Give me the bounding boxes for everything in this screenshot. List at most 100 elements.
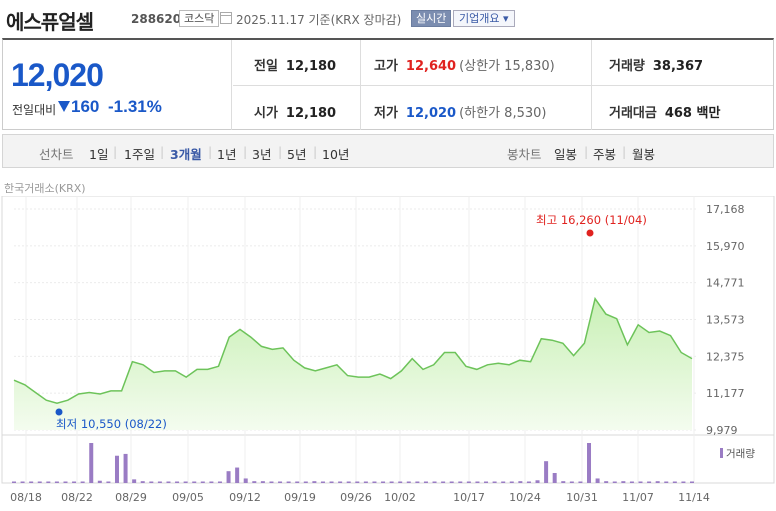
price-chart: 17,168 15,970 14,771 13,573 12,375 11,177 9,97… <box>1 196 775 504</box>
period-3y[interactable]: 3년 <box>252 144 271 163</box>
volume-bar <box>681 481 686 483</box>
x-tick-label: 08/22 <box>61 491 93 504</box>
company-info-dropdown[interactable]: 기업개요 ▾ <box>453 10 515 27</box>
period-3m[interactable]: 3개월 <box>170 144 202 163</box>
volume-bar <box>398 481 403 483</box>
candle-weekly[interactable]: 주봉 <box>593 144 616 163</box>
volume-bar <box>381 481 386 483</box>
x-tick-label: 09/05 <box>172 491 204 504</box>
volume-bar <box>37 481 42 483</box>
volume: 거래량 38,367 <box>609 59 704 74</box>
y-tick-label: 14,771 <box>706 277 745 290</box>
x-tick-label: 11/07 <box>622 491 654 504</box>
volume-bar <box>561 481 566 483</box>
volume-bar <box>63 481 68 483</box>
realtime-button[interactable]: 실시간 <box>411 10 452 27</box>
volume-bar <box>192 481 197 483</box>
quote-panel: 12,020 전일대비 160 -1.31% 전일 12,180 시가 12,180… <box>2 38 774 130</box>
volume-bar <box>320 481 325 483</box>
volume-bar <box>372 481 377 483</box>
volume-bar <box>458 481 463 483</box>
volume-bar <box>475 481 480 483</box>
x-tick-label: 10/24 <box>509 491 541 504</box>
volume-bar <box>415 481 420 483</box>
x-tick-label: 11/14 <box>678 491 710 504</box>
volume-bar <box>449 481 454 483</box>
min-point <box>55 408 63 416</box>
volume-bar <box>346 481 351 483</box>
volume-bar <box>629 481 634 483</box>
volume-bar <box>235 467 240 483</box>
period-1y[interactable]: 1년 <box>217 144 236 163</box>
volume-bar <box>595 478 600 483</box>
volume-bar <box>544 461 549 483</box>
volume-legend: 거래량 <box>726 448 755 460</box>
volume-bar <box>535 480 540 483</box>
volume-bar <box>295 481 300 483</box>
candle-monthly[interactable]: 월봉 <box>632 144 655 163</box>
y-tick-label: 12,375 <box>706 350 745 363</box>
volume-bar <box>123 453 128 483</box>
y-tick-label: 9,979 <box>706 424 738 437</box>
period-bar: 선차트 1일 | 1주일 | 3개월 | 1년 | 3년 | 5년 | 10년 … <box>2 134 774 168</box>
volume-bar <box>518 481 523 483</box>
volume-bar <box>80 481 85 483</box>
y-tick-label: 15,970 <box>706 240 745 253</box>
x-tick-label: 10/31 <box>566 491 598 504</box>
stock-header: 에스퓨얼셀 288620 코스닥 2025.11.17 기준(KRX 장마감) … <box>0 0 776 38</box>
volume-bar <box>423 481 428 483</box>
volume-bar <box>338 481 343 483</box>
volume-bar <box>89 443 94 483</box>
volume-bar <box>200 481 205 483</box>
volume-bar <box>183 481 188 483</box>
volume-bar <box>355 481 360 483</box>
volume-bar <box>72 481 77 483</box>
period-1w[interactable]: 1주일 <box>124 144 155 163</box>
volume-bar <box>106 481 111 483</box>
volume-bar <box>484 481 489 483</box>
volume-bar <box>226 471 231 483</box>
candle-chart-label: 봉차트 <box>507 147 542 162</box>
volume-bar <box>132 479 137 483</box>
min-annotation: 최저 10,550 (08/22) <box>56 417 167 431</box>
volume-bar <box>578 481 583 483</box>
volume-bar <box>166 481 171 483</box>
volume-bar <box>12 481 16 483</box>
volume-bar <box>655 481 660 483</box>
volume-bar <box>243 478 248 483</box>
volume-bar <box>329 481 334 483</box>
volume-bar <box>97 480 102 483</box>
period-1d[interactable]: 1일 <box>89 144 108 163</box>
x-tick-label: 10/02 <box>384 491 416 504</box>
volume-bar <box>621 481 626 483</box>
volume-bar <box>46 481 51 483</box>
divider <box>231 40 232 130</box>
volume-bar <box>569 481 574 483</box>
open-price: 시가 12,180 <box>254 106 337 121</box>
y-tick-label: 17,168 <box>706 203 745 216</box>
change-label: 전일대비 <box>12 103 57 117</box>
volume-bar <box>526 481 531 483</box>
volume-legend-swatch <box>720 448 723 458</box>
volume-bar <box>269 481 274 483</box>
volume-bar <box>209 481 214 483</box>
line-chart-label: 선차트 <box>39 147 74 162</box>
x-tick-label: 09/12 <box>229 491 261 504</box>
volume-bar <box>672 481 677 483</box>
volume-bar <box>432 481 437 483</box>
down-arrow-icon <box>58 101 70 112</box>
change-percent: -1.31% <box>108 97 162 116</box>
x-tick-label: 08/29 <box>115 491 147 504</box>
volume-bar <box>175 481 180 483</box>
volume-bar <box>114 455 119 483</box>
volume-bar <box>604 481 609 483</box>
max-annotation: 최고 16,260 (11/04) <box>536 213 647 227</box>
candle-daily[interactable]: 일봉 <box>554 144 577 163</box>
stock-code: 288620 <box>131 12 182 26</box>
trade-amount: 거래대금 468 백만 <box>609 106 721 121</box>
period-10y[interactable]: 10년 <box>322 144 349 163</box>
period-5y[interactable]: 5년 <box>287 144 306 163</box>
volume-bar <box>278 481 283 483</box>
date-note: 2025.11.17 기준(KRX 장마감) <box>236 13 402 27</box>
volume-bar <box>492 481 497 483</box>
